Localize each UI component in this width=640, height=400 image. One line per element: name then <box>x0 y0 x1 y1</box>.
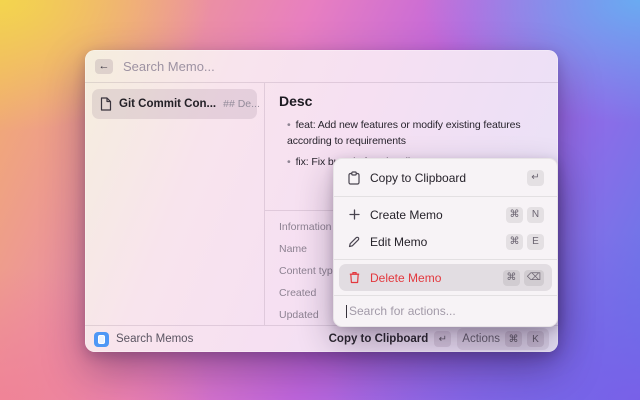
cmd-key-badge: ⌘ <box>506 207 523 223</box>
menu-item-label: Edit Memo <box>370 235 427 249</box>
actions-search-input[interactable]: Search for actions... <box>334 296 557 326</box>
menu-item-label: Delete Memo <box>370 271 441 285</box>
cmd-key-badge: ⌘ <box>505 331 522 347</box>
primary-action-button[interactable]: Copy to Clipboard <box>329 333 429 345</box>
e-key-badge: E <box>527 234 544 250</box>
document-icon <box>100 97 112 111</box>
memo-app-icon <box>94 332 109 347</box>
actions-button[interactable]: Actions ⌘ K <box>457 328 549 350</box>
app-name-label: Search Memos <box>116 333 193 345</box>
menu-item-label: Create Memo <box>370 208 443 222</box>
status-bar: Search Memos Copy to Clipboard ↵ Actions… <box>85 325 558 352</box>
menu-item-copy-to-clipboard[interactable]: Copy to Clipboard ↵ <box>339 163 552 192</box>
memo-search-input[interactable]: Search Memo... <box>123 59 215 74</box>
detail-heading: Desc <box>279 93 544 109</box>
detail-bullet: feat: Add new features or modify existin… <box>287 117 544 150</box>
memo-list: Git Commit Con... ## De... <box>85 83 265 325</box>
actions-popup-menu: Copy to Clipboard ↵ Create Memo ⌘ N Edit… <box>333 158 558 327</box>
back-arrow-icon: ← <box>99 60 110 72</box>
status-bar-actions: Copy to Clipboard ↵ Actions ⌘ K <box>329 328 549 350</box>
list-item-subtitle: ## De... <box>223 98 260 110</box>
text-caret <box>346 305 347 318</box>
list-item-title: Git Commit Con... <box>119 98 216 110</box>
cmd-key-badge: ⌘ <box>506 234 523 250</box>
clipboard-icon <box>347 171 361 185</box>
delete-key-badge: ⌫ <box>524 270 544 286</box>
menu-item-create-memo[interactable]: Create Memo ⌘ N <box>339 201 552 228</box>
menu-item-label: Copy to Clipboard <box>370 171 466 185</box>
cmd-key-badge: ⌘ <box>503 270 520 286</box>
menu-item-delete-memo[interactable]: Delete Memo ⌘ ⌫ <box>339 264 552 291</box>
actions-search-placeholder: Search for actions... <box>349 304 456 318</box>
return-key-badge: ↵ <box>434 331 451 347</box>
k-key-badge: K <box>527 331 544 347</box>
return-key-badge: ↵ <box>527 170 544 186</box>
list-item-git-commit[interactable]: Git Commit Con... ## De... <box>92 89 257 119</box>
actions-button-label: Actions <box>462 333 500 345</box>
window-topbar: ← Search Memo... <box>85 50 558 83</box>
plus-icon <box>347 209 361 220</box>
n-key-badge: N <box>527 207 544 223</box>
pencil-icon <box>347 236 361 248</box>
back-button[interactable]: ← <box>95 59 113 74</box>
trash-icon <box>347 271 361 284</box>
menu-item-edit-memo[interactable]: Edit Memo ⌘ E <box>339 228 552 255</box>
